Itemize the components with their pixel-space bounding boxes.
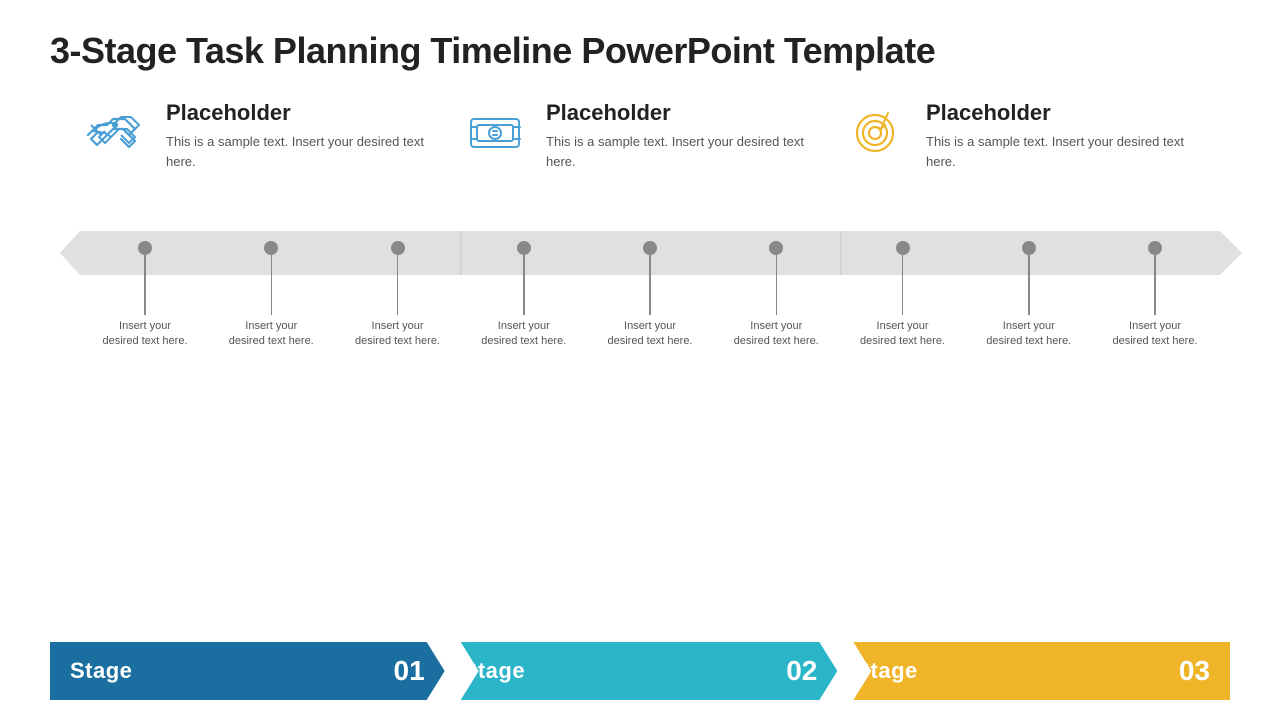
stage-2-desc: This is a sample text. Insert your desir… (546, 132, 820, 171)
stage-2-text: Placeholder This is a sample text. Inser… (546, 100, 820, 171)
dot-marker-3 (391, 241, 405, 255)
dot-marker-4 (517, 241, 531, 255)
dot-marker-7 (896, 241, 910, 255)
stage-3-bar-label: Stage (855, 658, 917, 684)
stage-bar-3: Stage 03 (835, 642, 1230, 700)
dot-line-8 (1028, 255, 1030, 315)
stage-bar-1: Stage 01 (50, 642, 445, 700)
stage-3-text: Placeholder This is a sample text. Inser… (926, 100, 1200, 171)
dot-marker-8 (1022, 241, 1036, 255)
stage-1-text: Placeholder This is a sample text. Inser… (166, 100, 440, 171)
dot-label-7: Insert your desired text here. (858, 319, 948, 350)
timeline-section: Insert your desired text here. Insert you… (50, 181, 1230, 441)
stage-3-desc: This is a sample text. Insert your desir… (926, 132, 1200, 171)
stage-1-icon (80, 100, 150, 160)
top-section: Placeholder This is a sample text. Inser… (50, 100, 1230, 171)
dot-line-4 (523, 255, 525, 315)
stages-section: Stage 01 Stage 02 Stage 03 (0, 642, 1280, 700)
dot-label-4: Insert your desired text here. (479, 319, 569, 350)
dot-1: Insert your desired text here. (100, 241, 190, 350)
timeline-dots: Insert your desired text here. Insert you… (80, 241, 1220, 350)
dot-label-2: Insert your desired text here. (226, 319, 316, 350)
dot-label-9: Insert your desired text here. (1110, 319, 1200, 350)
dot-3: Insert your desired text here. (353, 241, 443, 350)
dot-line-3 (397, 255, 399, 315)
stage-info-1: Placeholder This is a sample text. Inser… (70, 100, 450, 171)
stage-3-icon (840, 100, 910, 160)
stage-bar-2: Stage 02 (443, 642, 838, 700)
dot-4: Insert your desired text here. (479, 241, 569, 350)
dot-6: Insert your desired text here. (731, 241, 821, 350)
dot-line-9 (1154, 255, 1156, 315)
dot-line-5 (649, 255, 651, 315)
dot-label-8: Insert your desired text here. (984, 319, 1074, 350)
stage-2-icon (460, 100, 530, 160)
stage-2-bar-label: Stage (463, 658, 525, 684)
dot-line-7 (902, 255, 904, 315)
dot-5: Insert your desired text here. (605, 241, 695, 350)
dot-line-6 (776, 255, 778, 315)
dot-line-2 (271, 255, 273, 315)
dot-marker-5 (643, 241, 657, 255)
dot-marker-2 (264, 241, 278, 255)
dot-9: Insert your desired text here. (1110, 241, 1200, 350)
dot-label-3: Insert your desired text here. (353, 319, 443, 350)
dot-marker-9 (1148, 241, 1162, 255)
stage-3-title: Placeholder (926, 100, 1200, 126)
dot-marker-1 (138, 241, 152, 255)
page-title: 3-Stage Task Planning Timeline PowerPoin… (50, 30, 1230, 72)
stage-1-bar-label: Stage (70, 658, 132, 684)
stage-1-bar-number: 01 (394, 655, 425, 687)
dot-label-1: Insert your desired text here. (100, 319, 190, 350)
slide: 3-Stage Task Planning Timeline PowerPoin… (0, 0, 1280, 720)
dot-2: Insert your desired text here. (226, 241, 316, 350)
stage-1-desc: This is a sample text. Insert your desir… (166, 132, 440, 171)
dot-label-5: Insert your desired text here. (605, 319, 695, 350)
stage-1-title: Placeholder (166, 100, 440, 126)
dot-label-6: Insert your desired text here. (731, 319, 821, 350)
stage-2-title: Placeholder (546, 100, 820, 126)
dot-line-1 (144, 255, 146, 315)
stage-info-2: Placeholder This is a sample text. Inser… (450, 100, 830, 171)
dot-7: Insert your desired text here. (858, 241, 948, 350)
stage-2-bar-number: 02 (786, 655, 817, 687)
stage-3-bar-number: 03 (1179, 655, 1210, 687)
dot-marker-6 (769, 241, 783, 255)
dot-8: Insert your desired text here. (984, 241, 1074, 350)
stage-info-3: Placeholder This is a sample text. Inser… (830, 100, 1210, 171)
